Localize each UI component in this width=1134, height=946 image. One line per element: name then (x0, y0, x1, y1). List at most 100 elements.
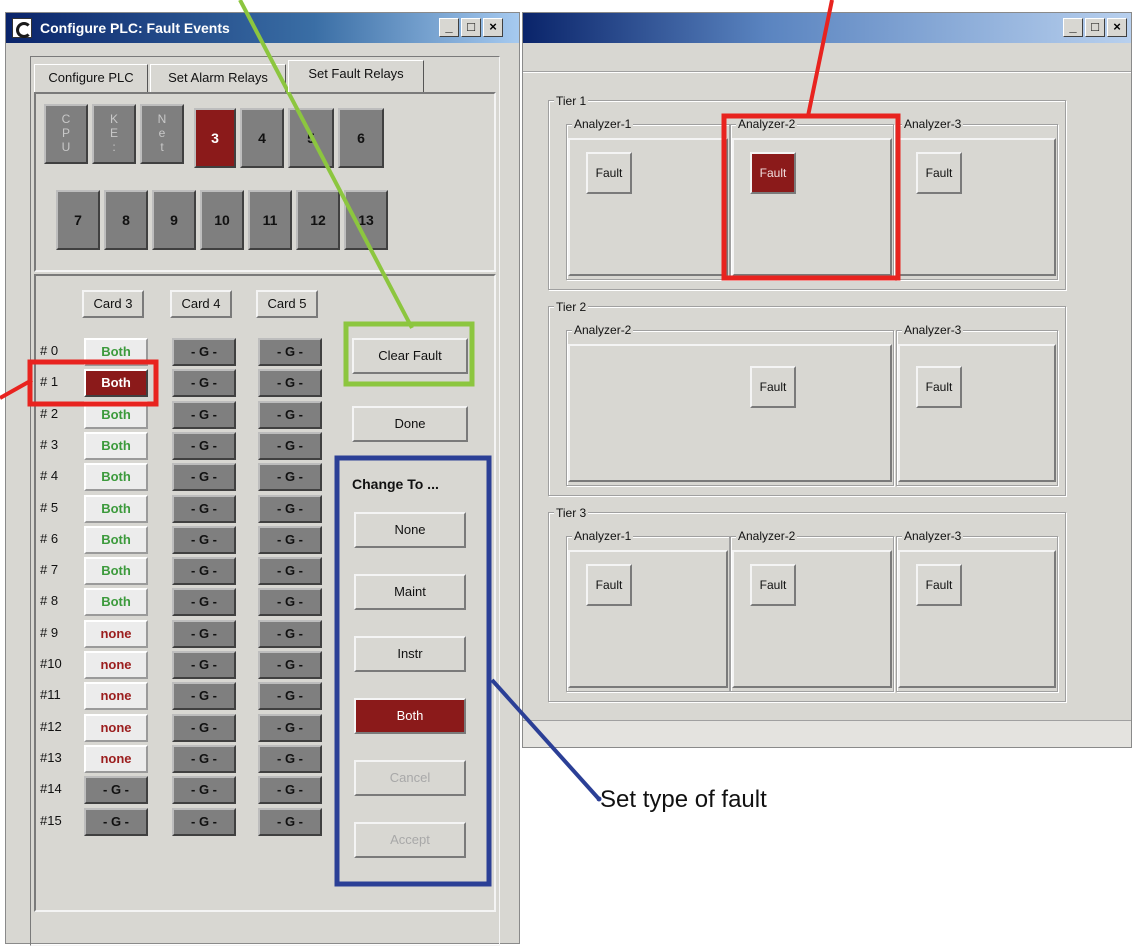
tier3-analyzer-2-fault-indicator[interactable]: Fault (750, 564, 796, 606)
close-button-right[interactable]: × (1107, 18, 1127, 37)
relay-cell-card3[interactable]: none (84, 651, 148, 679)
relay-cell-card5[interactable]: - G - (258, 526, 322, 554)
relay-cell-card4[interactable]: - G - (172, 745, 236, 773)
relay-cell-card4[interactable]: - G - (172, 401, 236, 429)
relay-cell-card3[interactable]: Both (84, 369, 148, 397)
card-button-8[interactable]: 8 (104, 190, 148, 250)
row-label: # 9 (40, 625, 59, 640)
relay-cell-card5[interactable]: - G - (258, 620, 322, 648)
relay-cell-card3[interactable]: - G - (84, 808, 148, 836)
tier1-analyzer-1-label: Analyzer-1 (572, 117, 634, 131)
card-button-6[interactable]: 6 (338, 108, 384, 168)
clear-fault-button[interactable]: Clear Fault (352, 338, 468, 374)
tier-1-label: Tier 1 (554, 94, 589, 108)
card-button-12[interactable]: 12 (296, 190, 340, 250)
status-strip (523, 720, 1131, 747)
relay-cell-card4[interactable]: - G - (172, 714, 236, 742)
card-button-4[interactable]: 4 (240, 108, 284, 168)
relay-cell-card5[interactable]: - G - (258, 495, 322, 523)
relay-cell-card5[interactable]: - G - (258, 463, 322, 491)
relay-cell-card5[interactable]: - G - (258, 745, 322, 773)
maint-button[interactable]: Maint (354, 574, 466, 610)
close-button[interactable]: × (483, 18, 503, 37)
tab-set-alarm-relays[interactable]: Set Alarm Relays (150, 64, 286, 92)
relay-cell-card4[interactable]: - G - (172, 432, 236, 460)
tab-configure-plc[interactable]: Configure PLC (34, 64, 148, 92)
tier1-analyzer-3-fault-indicator[interactable]: Fault (916, 152, 962, 194)
card-button-3[interactable]: 3 (194, 108, 236, 168)
relay-cell-card5[interactable]: - G - (258, 651, 322, 679)
tier3-analyzer-1-fault-indicator[interactable]: Fault (586, 564, 632, 606)
done-button[interactable]: Done (352, 406, 468, 442)
tier-3-label: Tier 3 (554, 506, 589, 520)
relay-cell-card3[interactable]: - G - (84, 776, 148, 804)
relay-cell-card4[interactable]: - G - (172, 620, 236, 648)
relay-cell-card5[interactable]: - G - (258, 432, 322, 460)
relay-cell-card5[interactable]: - G - (258, 588, 322, 616)
relay-cell-card3[interactable]: Both (84, 495, 148, 523)
relay-cell-card4[interactable]: - G - (172, 557, 236, 585)
row-label: # 4 (40, 468, 59, 483)
relay-cell-card4[interactable]: - G - (172, 776, 236, 804)
relay-cell-card3[interactable]: none (84, 620, 148, 648)
row-label: #15 (40, 813, 62, 828)
relay-cell-card5[interactable]: - G - (258, 369, 322, 397)
tab-set-fault-relays[interactable]: Set Fault Relays (288, 60, 424, 92)
title-bar[interactable]: Configure PLC: Fault Events _ □ × (6, 13, 519, 43)
relay-cell-card5[interactable]: - G - (258, 776, 322, 804)
relay-cell-card4[interactable]: - G - (172, 495, 236, 523)
row-label: #13 (40, 750, 62, 765)
relay-cell-card5[interactable]: - G - (258, 338, 322, 366)
tier2-analyzer-3-fault-indicator[interactable]: Fault (916, 366, 962, 408)
relay-cell-card4[interactable]: - G - (172, 338, 236, 366)
card-button-5[interactable]: 5 (288, 108, 334, 168)
relay-cell-card4[interactable]: - G - (172, 526, 236, 554)
card-button-9[interactable]: 9 (152, 190, 196, 250)
card-button-10[interactable]: 10 (200, 190, 244, 250)
row-label: #11 (40, 687, 61, 702)
relay-cell-card3[interactable]: none (84, 745, 148, 773)
relay-cell-card3[interactable]: Both (84, 401, 148, 429)
relay-cell-card3[interactable]: Both (84, 432, 148, 460)
relay-cell-card3[interactable]: Both (84, 557, 148, 585)
relay-cell-card4[interactable]: - G - (172, 808, 236, 836)
tier2-analyzer-2-fault-indicator[interactable]: Fault (750, 366, 796, 408)
relay-cell-card4[interactable]: - G - (172, 588, 236, 616)
instr-button[interactable]: Instr (354, 636, 466, 672)
relay-cell-card5[interactable]: - G - (258, 401, 322, 429)
relay-cell-card3[interactable]: none (84, 682, 148, 710)
column-header-card-3: Card 3 (82, 290, 144, 318)
relay-cell-card4[interactable]: - G - (172, 463, 236, 491)
tier3-analyzer-3-label: Analyzer-3 (902, 529, 964, 543)
relay-cell-card3[interactable]: none (84, 714, 148, 742)
relay-cell-card5[interactable]: - G - (258, 557, 322, 585)
relay-cell-card4[interactable]: - G - (172, 682, 236, 710)
relay-cell-card4[interactable]: - G - (172, 369, 236, 397)
none-button[interactable]: None (354, 512, 466, 548)
tier3-analyzer-3-fault-indicator[interactable]: Fault (916, 564, 962, 606)
row-label: # 3 (40, 437, 59, 452)
minimize-button[interactable]: _ (439, 18, 459, 37)
both-button[interactable]: Both (354, 698, 466, 734)
tier2-analyzer-2-panel (568, 344, 892, 482)
card-button-7[interactable]: 7 (56, 190, 100, 250)
relay-cell-card3[interactable]: Both (84, 338, 148, 366)
relay-cell-card5[interactable]: - G - (258, 808, 322, 836)
minimize-button-right[interactable]: _ (1063, 18, 1083, 37)
relay-cell-card3[interactable]: Both (84, 463, 148, 491)
title-bar-right[interactable]: _ □ × (523, 13, 1131, 43)
row-label: #12 (40, 719, 62, 734)
relay-cell-card3[interactable]: Both (84, 526, 148, 554)
maximize-button[interactable]: □ (461, 18, 481, 37)
accept-button: Accept (354, 822, 466, 858)
card-button-11[interactable]: 11 (248, 190, 292, 250)
tier1-analyzer-2-label: Analyzer-2 (736, 117, 798, 131)
relay-cell-card5[interactable]: - G - (258, 682, 322, 710)
tier1-analyzer-1-fault-indicator[interactable]: Fault (586, 152, 632, 194)
maximize-button-right[interactable]: □ (1085, 18, 1105, 37)
card-button-13[interactable]: 13 (344, 190, 388, 250)
relay-cell-card3[interactable]: Both (84, 588, 148, 616)
relay-cell-card5[interactable]: - G - (258, 714, 322, 742)
relay-cell-card4[interactable]: - G - (172, 651, 236, 679)
tier1-analyzer-2-fault-indicator[interactable]: Fault (750, 152, 796, 194)
